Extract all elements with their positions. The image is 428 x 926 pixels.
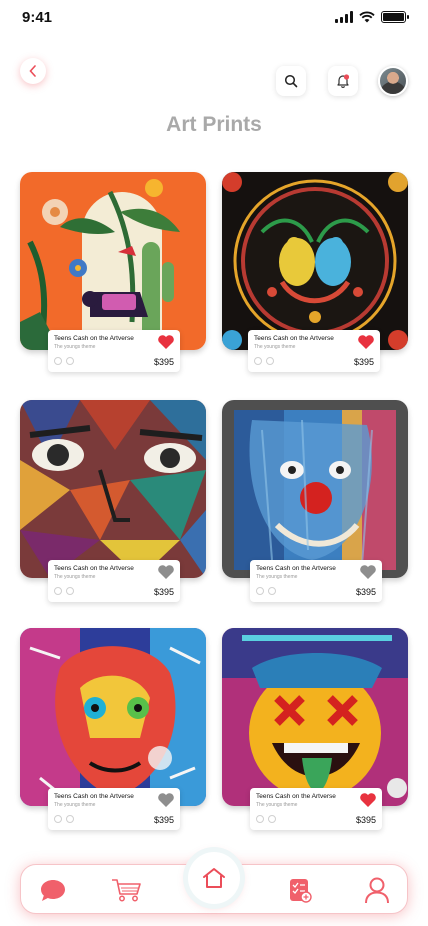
avatar[interactable] (378, 66, 408, 96)
small-circle-icon (66, 357, 74, 365)
product-image-clown[interactable] (222, 400, 408, 578)
artwork-image (20, 400, 206, 578)
small-circle-icon (268, 587, 276, 595)
page-title: Art Prints (166, 113, 262, 136)
product-image-birds[interactable] (222, 172, 408, 350)
heart-icon[interactable] (359, 564, 377, 580)
small-circle-icon (54, 357, 62, 365)
product-price: $395 (153, 357, 174, 367)
product-image-money-emoji[interactable] (222, 628, 408, 806)
nav-chat[interactable] (36, 873, 70, 907)
product-price: $395 (153, 815, 174, 825)
artwork-image (222, 400, 408, 578)
product-price: $395 (153, 587, 174, 597)
artwork-image (20, 628, 206, 806)
small-circle-icon (54, 587, 62, 595)
product-price: $395 (355, 587, 376, 597)
product-price: $395 (353, 357, 374, 367)
heart-icon[interactable] (359, 792, 377, 808)
small-circle-icon (256, 815, 264, 823)
status-bar: 9:41 (0, 0, 428, 38)
product-card[interactable]: Teens Cash on the Artverse The youngs th… (48, 330, 180, 372)
product-card[interactable]: Teens Cash on the Artverse The youngs th… (250, 560, 382, 602)
product-subtitle: The youngs theme (256, 574, 298, 580)
home-icon (203, 868, 225, 888)
battery-icon (381, 11, 409, 23)
signal-icon (335, 11, 353, 23)
product-image-botanical[interactable] (20, 172, 206, 350)
product-name: Teens Cash on the Artverse (54, 793, 134, 800)
product-image-mural-face[interactable] (20, 400, 206, 578)
search-icon (284, 74, 298, 88)
small-circle-icon (266, 357, 274, 365)
small-circle-icon (66, 587, 74, 595)
nav-checklist[interactable] (283, 873, 317, 907)
notification-button[interactable] (328, 66, 358, 96)
status-time: 9:41 (22, 9, 53, 26)
small-circle-icon (268, 815, 276, 823)
bell-icon (337, 74, 350, 88)
product-subtitle: The youngs theme (54, 574, 96, 580)
back-button[interactable] (20, 58, 46, 84)
product-price: $395 (355, 815, 376, 825)
cart-icon (112, 879, 141, 902)
heart-icon[interactable] (157, 792, 175, 808)
checklist-icon (290, 879, 312, 903)
search-button[interactable] (276, 66, 306, 96)
product-name: Teens Cash on the Artverse (256, 793, 336, 800)
chevron-left-icon (29, 65, 36, 77)
heart-icon[interactable] (157, 564, 175, 580)
artwork-image (20, 172, 206, 350)
artwork-image (222, 172, 408, 350)
artwork-image (222, 628, 408, 806)
nav-home[interactable] (188, 852, 240, 904)
product-name: Teens Cash on the Artverse (54, 335, 134, 342)
chat-icon (41, 880, 65, 901)
product-card[interactable]: Teens Cash on the Artverse The youngs th… (250, 788, 382, 830)
heart-icon[interactable] (357, 334, 375, 350)
product-subtitle: The youngs theme (54, 344, 96, 350)
small-circle-icon (254, 357, 262, 365)
heart-icon[interactable] (157, 334, 175, 350)
product-name: Teens Cash on the Artverse (256, 565, 336, 572)
product-name: Teens Cash on the Artverse (54, 565, 134, 572)
product-name: Teens Cash on the Artverse (254, 335, 334, 342)
wifi-icon (359, 11, 375, 23)
product-card[interactable]: Teens Cash on the Artverse The youngs th… (48, 560, 180, 602)
product-subtitle: The youngs theme (256, 802, 298, 808)
product-image-graffiti-face[interactable] (20, 628, 206, 806)
nav-profile[interactable] (360, 873, 394, 907)
product-card[interactable]: Teens Cash on the Artverse The youngs th… (248, 330, 380, 372)
user-icon (365, 877, 389, 904)
product-subtitle: The youngs theme (254, 344, 296, 350)
product-subtitle: The youngs theme (54, 802, 96, 808)
nav-cart[interactable] (109, 873, 143, 907)
small-circle-icon (256, 587, 264, 595)
small-circle-icon (66, 815, 74, 823)
small-circle-icon (54, 815, 62, 823)
product-card[interactable]: Teens Cash on the Artverse The youngs th… (48, 788, 180, 830)
